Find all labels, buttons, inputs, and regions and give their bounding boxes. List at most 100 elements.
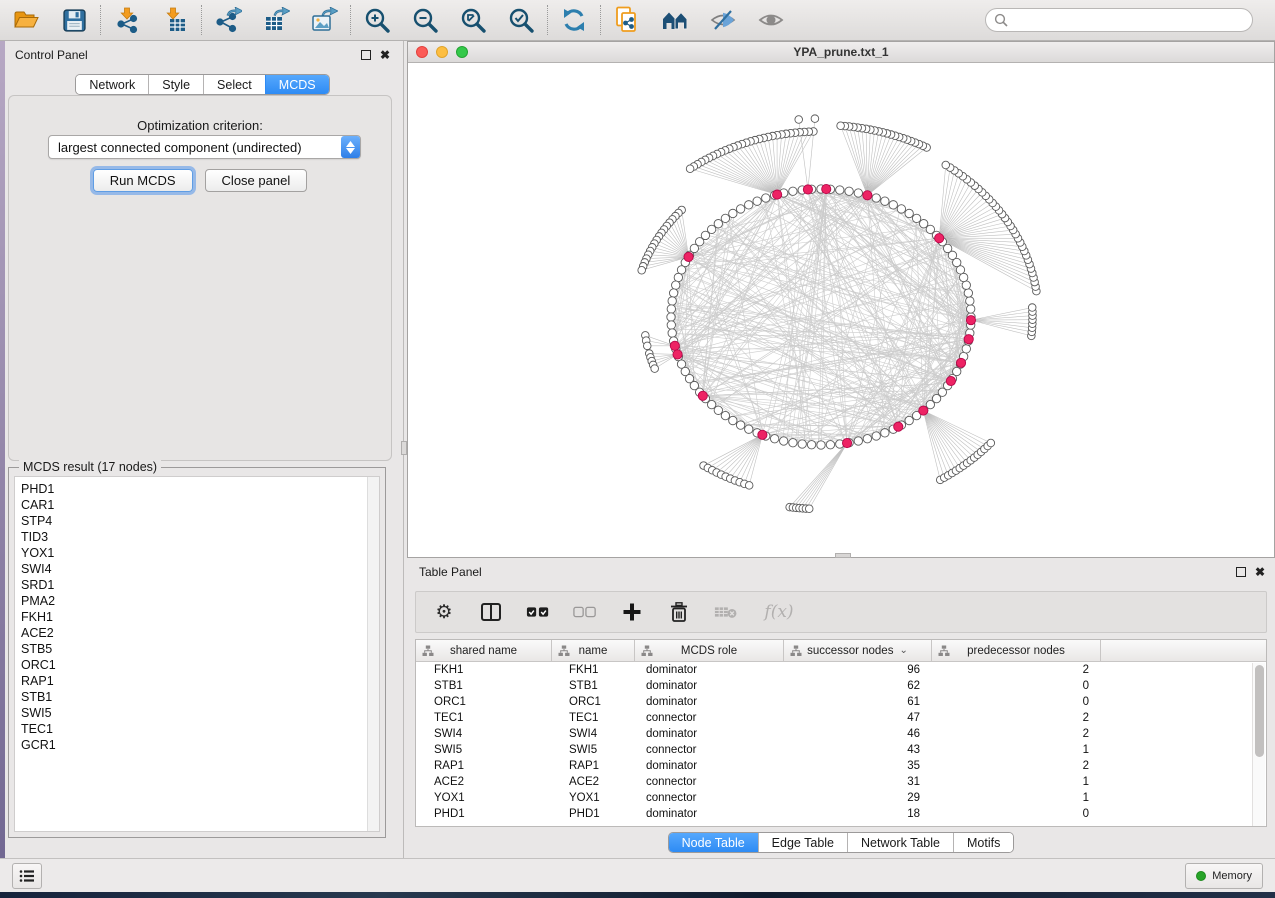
add-column-icon[interactable]	[620, 600, 644, 624]
network-node[interactable]	[721, 214, 729, 222]
vertical-splitter[interactable]	[400, 41, 407, 858]
float-panel-icon[interactable]	[361, 50, 371, 60]
mcds-hub-node[interactable]	[698, 391, 707, 400]
mcds-hub-node[interactable]	[964, 335, 973, 344]
network-node[interactable]	[669, 289, 677, 297]
mcds-result-item[interactable]: ACE2	[21, 625, 379, 641]
clone-network-icon[interactable]	[613, 6, 641, 34]
network-node[interactable]	[674, 273, 682, 281]
mcds-result-item[interactable]: STB1	[21, 689, 379, 705]
mcds-result-item[interactable]: RAP1	[21, 673, 379, 689]
table-row[interactable]: RAP1RAP1dominator352	[416, 758, 1266, 774]
mcds-hub-node[interactable]	[894, 422, 903, 431]
export-table-icon[interactable]	[262, 6, 290, 34]
network-node[interactable]	[1028, 304, 1036, 312]
deselect-all-icon[interactable]	[573, 600, 597, 624]
network-node[interactable]	[736, 205, 744, 213]
float-panel-icon[interactable]	[1236, 567, 1246, 577]
table-row[interactable]: YOX1YOX1connector291	[416, 790, 1266, 806]
mcds-result-item[interactable]: ORC1	[21, 657, 379, 673]
mcds-hub-node[interactable]	[919, 406, 928, 415]
import-network-icon[interactable]	[113, 6, 141, 34]
mcds-hub-node[interactable]	[935, 234, 944, 243]
network-node[interactable]	[667, 321, 675, 329]
hide-selected-icon[interactable]	[709, 6, 737, 34]
export-network-icon[interactable]	[214, 6, 242, 34]
mcds-result-item[interactable]: PHD1	[21, 481, 379, 497]
table-scrollbar[interactable]	[1252, 663, 1265, 826]
mcds-result-item[interactable]: GCR1	[21, 737, 379, 753]
network-node[interactable]	[721, 411, 729, 419]
network-node[interactable]	[881, 429, 889, 437]
network-node[interactable]	[789, 187, 797, 195]
refresh-layout-icon[interactable]	[560, 6, 588, 34]
mcds-list-scrollbar[interactable]	[367, 477, 379, 831]
network-node[interactable]	[798, 440, 806, 448]
mcds-result-item[interactable]: SWI4	[21, 561, 379, 577]
mcds-result-item[interactable]: SRD1	[21, 577, 379, 593]
network-node[interactable]	[845, 187, 853, 195]
delete-column-icon[interactable]	[667, 600, 691, 624]
tab-edge-table[interactable]: Edge Table	[758, 833, 847, 852]
window-minimize-icon[interactable]	[436, 46, 448, 58]
network-node[interactable]	[770, 435, 778, 443]
zoom-out-icon[interactable]	[411, 6, 439, 34]
network-node[interactable]	[872, 432, 880, 440]
network-node[interactable]	[919, 219, 927, 227]
network-node[interactable]	[912, 214, 920, 222]
network-node[interactable]	[789, 439, 797, 447]
column-header-MCDS-role[interactable]: MCDS role	[635, 640, 784, 661]
export-image-icon[interactable]	[310, 6, 338, 34]
mcds-hub-node[interactable]	[673, 350, 682, 359]
window-close-icon[interactable]	[416, 46, 428, 58]
search-input[interactable]	[1009, 13, 1252, 27]
close-panel-icon[interactable]: ✖	[1255, 567, 1265, 577]
network-node[interactable]	[942, 161, 950, 169]
network-node[interactable]	[872, 194, 880, 202]
tab-node-table[interactable]: Node Table	[669, 833, 758, 852]
table-row[interactable]: FKH1FKH1dominator962	[416, 662, 1266, 678]
network-node[interactable]	[863, 435, 871, 443]
network-node[interactable]	[897, 205, 905, 213]
mcds-hub-node[interactable]	[956, 358, 965, 367]
select-all-icon[interactable]	[526, 600, 550, 624]
column-header-shared-name[interactable]: shared name	[416, 640, 552, 661]
network-window-titlebar[interactable]: YPA_prune.txt_1	[408, 42, 1274, 63]
mcds-result-item[interactable]: TEC1	[21, 721, 379, 737]
network-node[interactable]	[966, 297, 974, 305]
zoom-selected-icon[interactable]	[507, 6, 535, 34]
window-zoom-icon[interactable]	[456, 46, 468, 58]
run-mcds-button[interactable]: Run MCDS	[93, 169, 193, 192]
zoom-fit-icon[interactable]	[459, 6, 487, 34]
network-node[interactable]	[651, 365, 659, 373]
tab-style[interactable]: Style	[148, 75, 203, 94]
mcds-result-item[interactable]: SWI5	[21, 705, 379, 721]
open-folder-icon[interactable]	[12, 6, 40, 34]
network-node[interactable]	[805, 505, 813, 513]
show-all-icon[interactable]	[757, 6, 785, 34]
network-node[interactable]	[962, 345, 970, 353]
splitter-handle[interactable]	[401, 441, 407, 455]
gear-icon[interactable]: ⚙	[432, 600, 456, 624]
mcds-result-item[interactable]: PMA2	[21, 593, 379, 609]
network-node[interactable]	[854, 189, 862, 197]
neighbors-icon[interactable]	[661, 6, 689, 34]
network-node[interactable]	[729, 416, 737, 424]
network-node[interactable]	[967, 305, 975, 313]
network-node[interactable]	[987, 439, 995, 447]
mcds-hub-node[interactable]	[758, 430, 767, 439]
network-node[interactable]	[714, 406, 722, 414]
task-history-button[interactable]	[12, 863, 42, 889]
close-panel-button[interactable]: Close panel	[205, 169, 308, 192]
table-row[interactable]: TEC1TEC1connector472	[416, 710, 1266, 726]
network-node[interactable]	[962, 281, 970, 289]
network-node[interactable]	[837, 122, 845, 130]
table-row[interactable]: STB1STB1dominator620	[416, 678, 1266, 694]
network-node[interactable]	[745, 201, 753, 209]
mcds-result-item[interactable]: TID3	[21, 529, 379, 545]
network-node[interactable]	[643, 342, 651, 350]
network-node[interactable]	[736, 421, 744, 429]
network-node[interactable]	[854, 437, 862, 445]
network-node[interactable]	[905, 209, 913, 217]
mcds-hub-node[interactable]	[684, 252, 693, 261]
